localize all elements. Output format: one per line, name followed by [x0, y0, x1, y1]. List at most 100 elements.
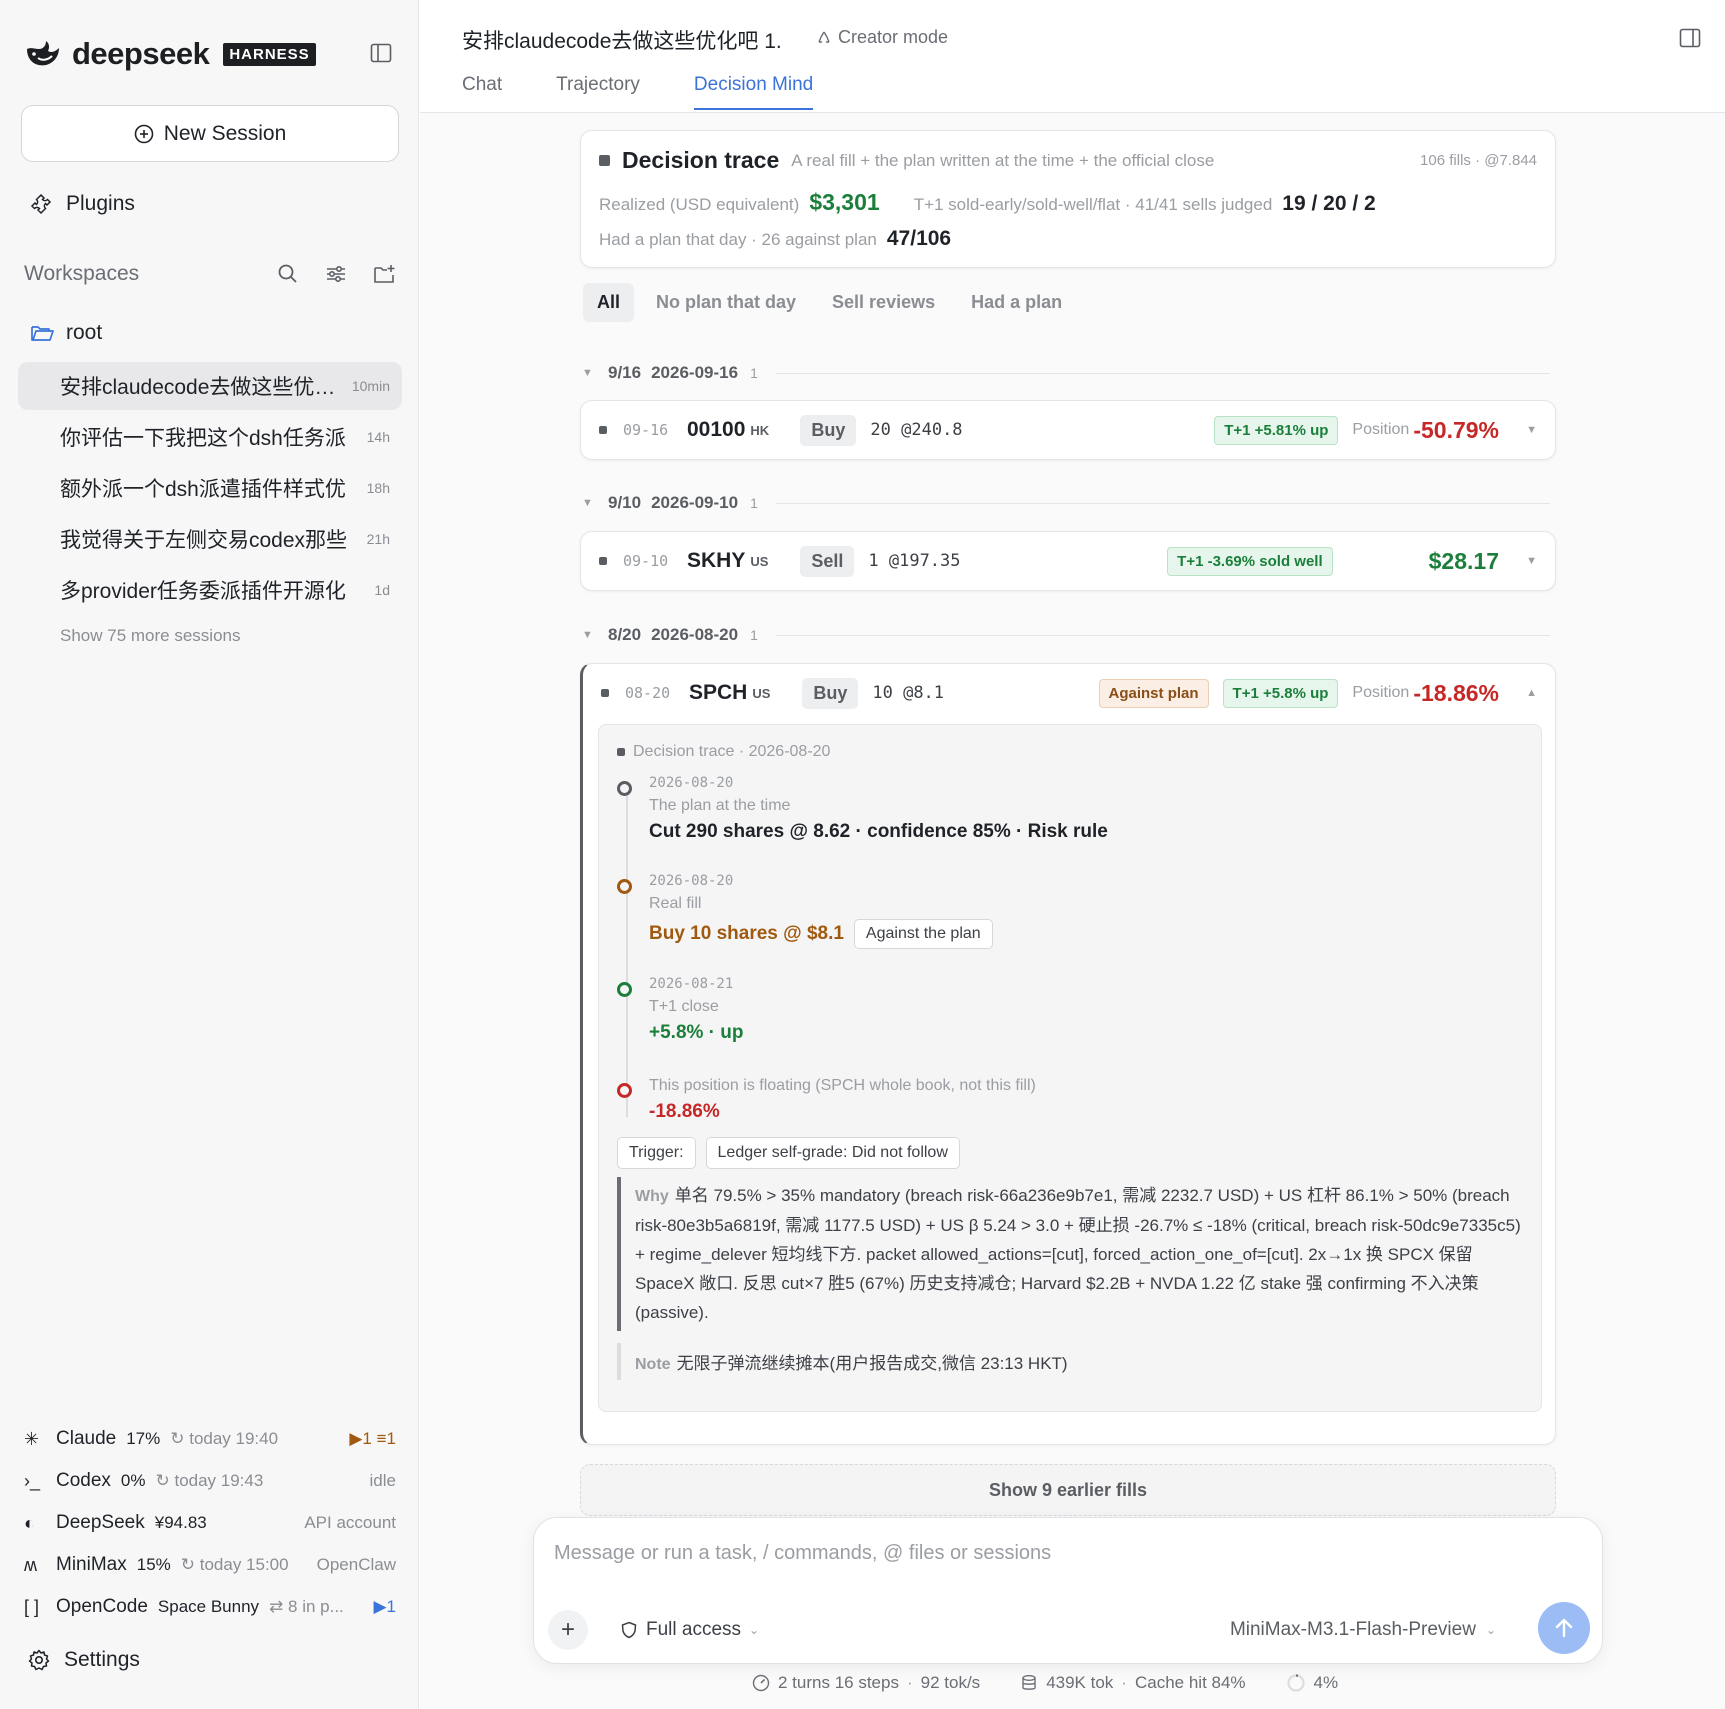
- session-stats: 2 turns 16 steps · 92 tok/s 439K tok · C…: [752, 1673, 1378, 1693]
- filter-all[interactable]: All: [583, 283, 635, 322]
- date-group-header[interactable]: ▼ 9/16 2026-09-16 1: [582, 362, 1550, 384]
- session-list: 安排claudecode去做这些优化吧 1. 10min 你评估一下我把这个ds…: [18, 362, 402, 617]
- fill-side: Sell: [800, 545, 855, 577]
- provider-queue: ⇄ 8 in p...: [269, 1597, 344, 1616]
- trace-header-label: Decision trace · 2026-08-20: [633, 743, 831, 760]
- session-title: 我觉得关于左侧交易codex那些: [60, 529, 348, 552]
- fill-card[interactable]: 09-16 00100 HK Buy 20 @240.8 T+1 +5.81% …: [580, 400, 1556, 460]
- provider-usage: 15%: [136, 1555, 171, 1574]
- send-button[interactable]: [1538, 1602, 1590, 1654]
- provider-deepseek[interactable]: ◐ DeepSeek ¥94.83 API account: [24, 1502, 396, 1544]
- sidebar-toggle-icon[interactable]: [370, 42, 392, 64]
- context-ring-icon: [1286, 1674, 1305, 1692]
- tab-trajectory[interactable]: Trajectory: [556, 74, 640, 110]
- t1-outcome-tag: T+1 +5.8% up: [1222, 678, 1339, 708]
- brackets-icon: [ ]: [24, 1596, 40, 1617]
- fill-card[interactable]: 09-10 SKHY US Sell 1 @197.35 T+1 -3.69% …: [580, 531, 1556, 591]
- chevron-up-icon[interactable]: ▲: [1523, 687, 1537, 699]
- tab-chat[interactable]: Chat: [462, 74, 502, 110]
- attach-plus-button[interactable]: +: [548, 1610, 588, 1650]
- date-group-header[interactable]: ▼ 9/10 2026-09-10 1: [582, 492, 1550, 514]
- fill-card-expanded[interactable]: 08-20 SPCH US Buy 10 @8.1 Against plan T…: [580, 663, 1556, 1445]
- new-session-button[interactable]: New Session: [21, 105, 399, 162]
- fill-date: 09-16: [623, 421, 669, 439]
- tab-decision-mind[interactable]: Decision Mind: [693, 74, 814, 110]
- provider-codex[interactable]: ›_ Codex 0% ↻ today 19:43 idle: [24, 1460, 396, 1502]
- provider-minimax[interactable]: ʍ MiniMax 15% ↻ today 15:00 OpenClaw: [24, 1544, 396, 1586]
- filter-sell-reviews[interactable]: Sell reviews: [818, 283, 949, 322]
- fill-filters: All No plan that day Sell reviews Had a …: [583, 283, 1076, 322]
- realized-value: $3,301: [809, 189, 880, 215]
- position-value: -50.79%: [1413, 416, 1499, 443]
- divider: [775, 634, 1550, 636]
- session-item[interactable]: 你评估一下我把这个dsh任务派 14h: [18, 413, 402, 461]
- show-more-sessions-link[interactable]: Show 75 more sessions: [60, 626, 240, 646]
- session-heading: 安排claudecode去做这些优化吧 1.: [462, 30, 782, 53]
- fill-market: US: [750, 553, 769, 569]
- filter-sliders-icon[interactable]: [324, 262, 348, 286]
- session-item[interactable]: 我觉得关于左侧交易codex那些 21h: [18, 515, 402, 563]
- session-item[interactable]: 额外派一个dsh派遣插件样式优 18h: [18, 464, 402, 512]
- message-input[interactable]: Message or run a task, / commands, @ fil…: [554, 1542, 1051, 1565]
- turns-steps: 2 turns 16 steps: [778, 1673, 899, 1692]
- provider-name: Claude: [56, 1428, 117, 1449]
- minimax-wave-icon: ʍ: [24, 1554, 37, 1575]
- session-item[interactable]: 安排claudecode去做这些优化吧 1. 10min: [18, 362, 402, 410]
- position-label: Position: [1352, 684, 1410, 701]
- brand[interactable]: deepseek HARNESS: [24, 36, 316, 72]
- main-panel: 安排claudecode去做这些优化吧 1. Creator mode Chat…: [420, 0, 1725, 1709]
- bullet-icon: [599, 426, 607, 434]
- settings-link[interactable]: Settings: [28, 1648, 140, 1672]
- creator-mode-toggle[interactable]: Creator mode: [816, 27, 948, 48]
- folder-open-icon: [31, 326, 54, 341]
- chevron-down-icon[interactable]: ▼: [1523, 424, 1537, 436]
- provider-status: API account: [304, 1513, 396, 1532]
- date-group-header[interactable]: ▼ 8/20 2026-08-20 1: [582, 624, 1550, 646]
- timeline-node-icon: [617, 781, 632, 796]
- provider-opencode[interactable]: [ ] OpenCode Space Bunny ⇄ 8 in p... ▶1: [24, 1586, 396, 1628]
- fill-date: 09-10: [623, 552, 669, 570]
- fill-date: 08-20: [625, 684, 671, 702]
- access-mode-select[interactable]: Full access ⌄: [620, 1619, 759, 1641]
- fill-qty-price: 1 @197.35: [868, 551, 961, 571]
- session-age: 18h: [366, 480, 390, 496]
- plugins-link[interactable]: Plugins: [30, 192, 135, 216]
- puzzle-icon: [30, 193, 52, 215]
- chevron-down-icon: ⌄: [749, 1623, 760, 1637]
- provider-claude[interactable]: ✳ Claude 17% ↻ today 19:40 ▶1 ≡1: [24, 1418, 396, 1460]
- provider-name: MiniMax: [56, 1554, 127, 1575]
- timeline-line: [626, 787, 628, 1117]
- summary-subtitle: A real fill + the plan written at the ti…: [791, 150, 1215, 170]
- provider-name: Codex: [56, 1470, 111, 1491]
- provider-usage: 17%: [126, 1429, 161, 1448]
- model-select[interactable]: MiniMax-M3.1-Flash-Preview ⌄: [1230, 1619, 1496, 1641]
- divider: [775, 502, 1550, 504]
- realized-label: Realized (USD equivalent): [599, 195, 800, 214]
- filter-no-plan[interactable]: No plan that day: [642, 283, 810, 322]
- tab-bar: Chat Trajectory Decision Mind: [462, 74, 814, 110]
- fill-symbol: 00100: [687, 418, 746, 441]
- position-value: -18.86%: [1413, 679, 1499, 706]
- context-usage: 4%: [1313, 1673, 1339, 1692]
- date-count: 1: [750, 627, 758, 643]
- date-full: 2026-09-10: [651, 493, 739, 512]
- provider-list: ✳ Claude 17% ↻ today 19:40 ▶1 ≡1 ›_ Code…: [24, 1418, 396, 1628]
- new-folder-icon[interactable]: [372, 262, 396, 286]
- sidebar: deepseek HARNESS New Session Plugins Wor…: [0, 0, 419, 1709]
- brand-badge: HARNESS: [223, 42, 316, 66]
- chevron-down-icon[interactable]: ▼: [1523, 555, 1537, 567]
- trigger-chip: Trigger:: [617, 1137, 696, 1169]
- show-earlier-fills-button[interactable]: Show 9 earlier fills: [580, 1464, 1556, 1516]
- search-icon[interactable]: [276, 262, 300, 286]
- provider-status: ▶1: [373, 1597, 396, 1616]
- right-panel-toggle-icon[interactable]: [1679, 27, 1701, 49]
- session-item[interactable]: 多provider任务委派插件开源化 1d: [18, 566, 402, 614]
- date-count: 1: [750, 365, 758, 381]
- realized-pnl: $28.17: [1428, 547, 1499, 574]
- creator-mode-label: Creator mode: [838, 27, 949, 47]
- speedometer-icon: [752, 1674, 770, 1692]
- filter-had-plan[interactable]: Had a plan: [957, 283, 1076, 322]
- fill-market: US: [752, 685, 771, 701]
- workspace-root[interactable]: root: [30, 321, 102, 345]
- cache-hit: Cache hit 84%: [1134, 1673, 1246, 1692]
